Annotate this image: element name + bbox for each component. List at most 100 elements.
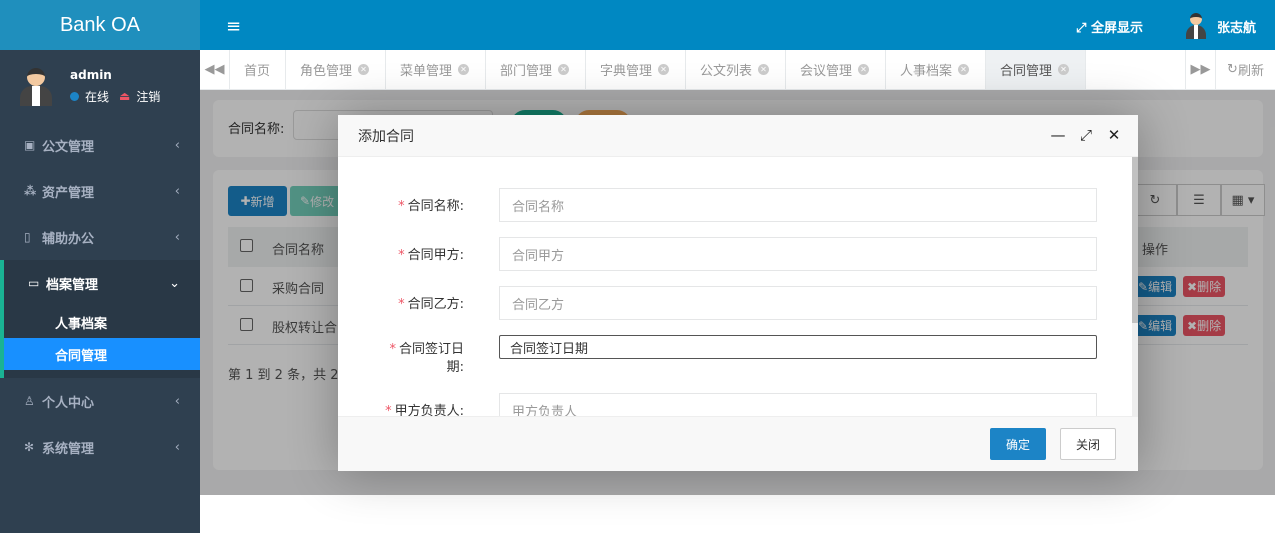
field-label: * 甲方负责人: bbox=[385, 404, 464, 416]
page-tabs: ◀◀ 首页 角色管理 ✕ 菜单管理 ✕ 部门管理 ✕ 字典管理 ✕ 公文列表 ✕ 会议管理… bbox=[200, 50, 1275, 90]
form-row-party-a-manager: * 甲方负责人: 甲方负责人 bbox=[338, 393, 1118, 416]
tab-label: 公文列表 bbox=[700, 64, 753, 79]
close-icon[interactable]: ✕ bbox=[1058, 64, 1070, 75]
add-contract-dialog: 添加合同 — ⤢ ✕ * 合同名称: 合同名称 * 合同甲方: 合同甲方 * 合同乙方… bbox=[338, 115, 1138, 471]
tab-personnel[interactable]: 人事档案 ✕ bbox=[886, 50, 986, 89]
tab-meetings[interactable]: 会议管理 ✕ bbox=[786, 50, 886, 89]
sidebar-subitem-personnel[interactable]: 人事档案 bbox=[4, 306, 200, 338]
sidebar-item-archives[interactable]: ▭ 档案管理 ⌄ bbox=[0, 260, 200, 306]
fullscreen-label: 全屏显示 bbox=[1090, 21, 1143, 36]
chevron-left-icon: ‹ bbox=[174, 137, 180, 153]
sidebar-item-label: 辅助办公 bbox=[42, 231, 95, 247]
sidebar-item-label: 资产管理 bbox=[42, 185, 95, 201]
party-a-manager-field[interactable]: 甲方负责人 bbox=[499, 393, 1097, 416]
tab-roles[interactable]: 角色管理 ✕ bbox=[286, 50, 386, 89]
form-row-sign-date: * 合同签订日 期: 合同签订日期 bbox=[338, 335, 1118, 385]
top-user-name: 张志航 bbox=[1217, 20, 1257, 36]
dialog-header: 添加合同 — ⤢ ✕ bbox=[338, 115, 1138, 157]
online-status-label: 在线 bbox=[85, 89, 110, 104]
logout-icon[interactable]: ⏏ bbox=[119, 89, 130, 103]
user-name: admin bbox=[70, 67, 112, 82]
tab-label: 字典管理 bbox=[600, 64, 653, 79]
expand-icon: ⤢ bbox=[1076, 21, 1091, 36]
refresh-icon: ↻ bbox=[1227, 62, 1238, 77]
sign-date-field[interactable]: 合同签订日期 bbox=[499, 335, 1097, 359]
sidebar-item-label: 个人中心 bbox=[42, 395, 95, 411]
user-avatar bbox=[18, 66, 54, 106]
online-status-icon bbox=[70, 91, 79, 101]
close-icon[interactable]: ✕ bbox=[658, 64, 670, 75]
sidebar-menu: ▣ 公文管理 ‹ ⁂ 资产管理 ‹ ▯ 辅助办公 ‹ ▭ 档案管理 ⌄ 人事档案… bbox=[0, 122, 200, 470]
form-row-party-a: * 合同甲方: 合同甲方 bbox=[338, 237, 1118, 277]
dialog-body: * 合同名称: 合同名称 * 合同甲方: 合同甲方 * 合同乙方: 合同乙方 * 合同签… bbox=[338, 157, 1138, 416]
chevron-left-icon: ‹ bbox=[174, 183, 180, 199]
tabs-scroll-left-icon[interactable]: ◀◀ bbox=[200, 50, 230, 89]
tab-menus[interactable]: 菜单管理 ✕ bbox=[386, 50, 486, 89]
male-icon: ♙ bbox=[24, 394, 35, 408]
app-brand: Bank OA bbox=[0, 0, 200, 50]
logout-link[interactable]: 注销 bbox=[136, 88, 160, 105]
close-icon[interactable]: ✕ bbox=[458, 64, 470, 75]
chevron-down-icon: ⌄ bbox=[169, 275, 180, 291]
close-icon[interactable]: ✕ bbox=[758, 64, 770, 75]
refresh-label: 刷新 bbox=[1237, 64, 1264, 79]
gear-icon: ✻ bbox=[24, 440, 35, 454]
sidebar-item-assets[interactable]: ⁂ 资产管理 ‹ bbox=[0, 168, 200, 214]
sidebar-item-label: 档案管理 bbox=[46, 277, 99, 293]
scrollbar-thumb[interactable] bbox=[1132, 157, 1138, 323]
sidebar-item-label: 公文管理 bbox=[42, 139, 95, 155]
tab-label: 人事档案 bbox=[900, 64, 953, 79]
menu-toggle-icon[interactable]: ≡ bbox=[226, 16, 241, 37]
top-user-avatar bbox=[1185, 13, 1207, 39]
tab-label: 首页 bbox=[244, 64, 271, 79]
refresh-button[interactable]: ↻ 刷新 bbox=[1215, 50, 1275, 89]
sidebar-item-personal[interactable]: ♙ 个人中心 ‹ bbox=[0, 378, 200, 424]
close-button[interactable]: 关闭 bbox=[1060, 428, 1116, 460]
chevron-left-icon: ‹ bbox=[174, 229, 180, 245]
sidebar-item-system[interactable]: ✻ 系统管理 ‹ bbox=[0, 424, 200, 470]
tabs-scroll-right-icon[interactable]: ▶▶ bbox=[1185, 50, 1215, 89]
minimize-icon[interactable]: — bbox=[1050, 126, 1066, 144]
tab-home[interactable]: 首页 bbox=[230, 50, 286, 89]
field-label: * 合同乙方: bbox=[398, 297, 464, 312]
tab-label: 部门管理 bbox=[500, 64, 553, 79]
contract-name-field[interactable]: 合同名称 bbox=[499, 188, 1097, 222]
fullscreen-button[interactable]: ⤢ 全屏显示 bbox=[1076, 17, 1143, 36]
confirm-button[interactable]: 确定 bbox=[990, 428, 1046, 460]
user-panel: admin 在线 ⏏ 注销 bbox=[0, 50, 200, 122]
tab-label: 菜单管理 bbox=[400, 64, 453, 79]
sidebar-item-label: 系统管理 bbox=[42, 441, 95, 457]
maximize-icon[interactable]: ⤢ bbox=[1078, 126, 1094, 144]
tab-label: 会议管理 bbox=[800, 64, 853, 79]
tab-dictionary[interactable]: 字典管理 ✕ bbox=[586, 50, 686, 89]
chevron-left-icon: ‹ bbox=[174, 439, 180, 455]
party-a-field[interactable]: 合同甲方 bbox=[499, 237, 1097, 271]
dialog-title: 添加合同 bbox=[358, 128, 414, 145]
close-icon[interactable]: ✕ bbox=[558, 64, 570, 75]
sidebar-subitem-contracts[interactable]: 合同管理 bbox=[4, 338, 200, 370]
close-icon[interactable]: ✕ bbox=[858, 64, 870, 75]
briefcase-icon: ▣ bbox=[24, 138, 36, 152]
archives-submenu: 人事档案 合同管理 bbox=[0, 306, 200, 378]
page-footer bbox=[200, 495, 1275, 533]
inbox-icon: ▭ bbox=[28, 276, 40, 290]
close-icon[interactable]: ✕ bbox=[958, 64, 970, 75]
top-bar: ≡ ⤢ 全屏显示 张志航 bbox=[200, 0, 1275, 50]
field-label: * 合同甲方: bbox=[398, 248, 464, 263]
form-row-party-b: * 合同乙方: 合同乙方 bbox=[338, 286, 1118, 326]
dialog-scrollbar[interactable] bbox=[1132, 157, 1138, 416]
party-b-field[interactable]: 合同乙方 bbox=[499, 286, 1097, 320]
tab-contracts[interactable]: 合同管理 ✕ bbox=[986, 50, 1086, 89]
file-icon: ▯ bbox=[24, 230, 31, 244]
tab-documents[interactable]: 公文列表 ✕ bbox=[686, 50, 786, 89]
close-icon[interactable]: ✕ bbox=[1106, 126, 1122, 144]
field-label: * 合同签订日 期: bbox=[389, 342, 464, 375]
tab-label: 角色管理 bbox=[300, 64, 353, 79]
sidebar-item-documents[interactable]: ▣ 公文管理 ‹ bbox=[0, 122, 200, 168]
tab-departments[interactable]: 部门管理 ✕ bbox=[486, 50, 586, 89]
close-icon[interactable]: ✕ bbox=[358, 64, 370, 75]
chevron-left-icon: ‹ bbox=[174, 393, 180, 409]
dialog-footer: 确定 关闭 bbox=[338, 416, 1138, 471]
sidebar-item-office-aid[interactable]: ▯ 辅助办公 ‹ bbox=[0, 214, 200, 260]
top-user-menu[interactable]: 张志航 bbox=[1185, 13, 1256, 39]
